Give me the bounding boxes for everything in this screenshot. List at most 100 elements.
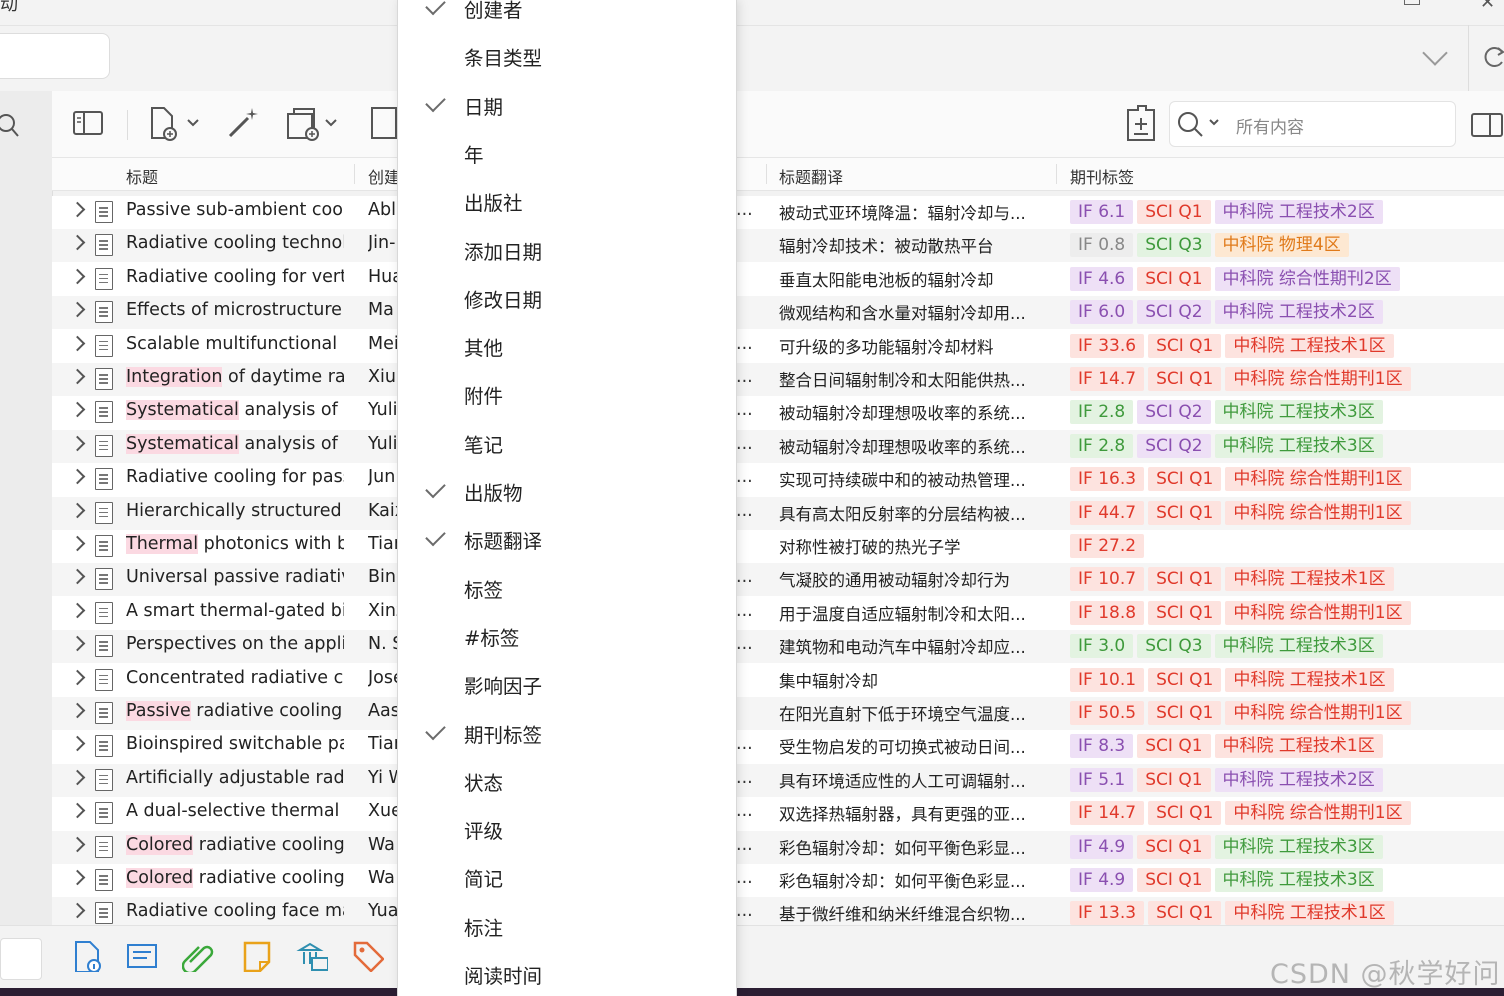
expand-chevron-icon[interactable] <box>69 669 86 685</box>
table-row[interactable]: A smart thermal-gated bila Xinz... 用于温度自适应… <box>52 597 1504 630</box>
expand-chevron-icon[interactable] <box>69 335 86 351</box>
restore-icon[interactable] <box>1404 0 1420 5</box>
new-note-icon[interactable] <box>370 106 398 140</box>
search-input[interactable]: 所有内容 <box>1236 113 1304 138</box>
table-row[interactable]: Thermal photonics with broken Tian 对称性被打破的… <box>52 530 1504 563</box>
item-title[interactable]: Colored radiative cooling: H <box>126 834 344 855</box>
item-title[interactable]: Passive radiative cooling be <box>126 701 344 721</box>
menu-item[interactable]: 标注 <box>464 912 503 941</box>
item-title[interactable]: Colored radiative cooling: H <box>126 868 344 888</box>
item-title[interactable]: A dual-selective thermal em <box>126 801 344 821</box>
expand-chevron-icon[interactable] <box>69 602 86 619</box>
table-row[interactable]: Hierarchically structured pa Kaix... 具有高太阳… <box>52 496 1504 530</box>
table-row[interactable]: Scalable multifunctional radiative Mei...… <box>52 330 1504 363</box>
menu-item[interactable]: 标题翻译 <box>464 525 542 554</box>
menu-item[interactable]: #标签 <box>464 622 519 651</box>
search-icon[interactable] <box>0 110 22 140</box>
table-row[interactable]: Passive sub-ambient cooling Abl... 被动式亚环境降… <box>52 196 1504 229</box>
table-row[interactable]: Radiative cooling for vertical Hua 垂直太阳能电池… <box>52 263 1504 296</box>
table-row[interactable]: Effects of microstructure and Ma 微观结构和含水量对… <box>52 296 1504 330</box>
column-title-translation[interactable]: 标题翻译 <box>779 164 843 188</box>
notes-icon[interactable] <box>242 940 274 972</box>
item-title[interactable]: Universal passive radiative <box>126 567 344 587</box>
table-row[interactable]: Perspectives on the application N. S... 建筑… <box>52 630 1504 664</box>
menu-item[interactable]: 添加日期 <box>464 236 542 265</box>
menu-item[interactable]: 创建者 <box>464 0 523 23</box>
table-row[interactable]: Colored radiative cooling: H Wa... 彩色辐射冷却：… <box>52 830 1504 864</box>
search-mode-icon[interactable] <box>1176 108 1226 140</box>
menu-item[interactable]: 阅读时间 <box>464 960 542 989</box>
item-title[interactable]: Passive sub-ambient cooling <box>126 200 344 220</box>
table-row[interactable]: Radiative cooling face mask Yua... 基于微纤维和纳… <box>52 897 1504 925</box>
expand-chevron-icon[interactable] <box>69 802 86 819</box>
menu-item[interactable]: 影响因子 <box>464 670 542 699</box>
menu-item[interactable]: 日期 <box>464 91 503 120</box>
expand-chevron-icon[interactable] <box>69 635 86 652</box>
table-row[interactable]: Systematical analysis of ideal Yuli... 被动辐… <box>52 396 1504 429</box>
expand-chevron-icon[interactable] <box>69 569 86 585</box>
item-title[interactable]: A smart thermal-gated bila <box>126 601 344 621</box>
table-row[interactable]: Artificially adjustable radiative Yi W...… <box>52 763 1504 797</box>
menu-item[interactable]: 期刊标签 <box>464 719 542 748</box>
expand-chevron-icon[interactable] <box>69 736 86 752</box>
item-title[interactable]: Systematical analysis of ideal <box>126 400 344 421</box>
column-title[interactable]: 标题 <box>126 164 158 188</box>
item-title[interactable]: Radiative cooling face mask <box>126 901 344 921</box>
expand-chevron-icon[interactable] <box>69 435 86 452</box>
menu-item[interactable]: 年 <box>464 139 484 168</box>
magic-wand-icon[interactable] <box>226 104 262 142</box>
table-row[interactable]: Systematical analysis of ideal Yuli... 被动辐… <box>52 429 1504 463</box>
item-title[interactable]: Radiative cooling technology <box>126 233 344 253</box>
expand-chevron-icon[interactable] <box>69 268 86 285</box>
column-divider[interactable] <box>766 164 767 184</box>
expand-chevron-icon[interactable] <box>69 836 86 852</box>
expand-chevron-icon[interactable] <box>69 702 86 719</box>
expand-chevron-icon[interactable] <box>69 301 86 318</box>
expand-chevron-icon[interactable] <box>69 235 86 251</box>
table-row[interactable]: Bioinspired switchable passive Tian... 受生物… <box>52 730 1504 763</box>
menu-item[interactable]: 状态 <box>464 767 503 796</box>
table-row[interactable]: Radiative cooling technology Jin- 辐射冷却技术：被… <box>52 229 1504 263</box>
menu-item[interactable]: 修改日期 <box>464 284 542 313</box>
expand-chevron-icon[interactable] <box>69 903 86 919</box>
locate-plugin-icon[interactable] <box>1120 102 1160 144</box>
column-creator[interactable]: 创建 <box>368 164 398 188</box>
menu-item[interactable]: 其他 <box>464 332 503 361</box>
toggle-pane-icon[interactable] <box>72 108 106 138</box>
table-row[interactable]: Colored radiative cooling: H Wa... 彩色辐射冷却：… <box>52 864 1504 897</box>
item-title[interactable]: Radiative cooling for passive <box>126 467 344 487</box>
item-title[interactable]: Perspectives on the application <box>126 634 344 654</box>
column-divider[interactable] <box>354 164 355 184</box>
table-row[interactable]: Integration of daytime radiative Xiu... 整合… <box>52 363 1504 396</box>
menu-item[interactable]: 出版社 <box>464 187 523 216</box>
tag-icon[interactable] <box>352 940 384 972</box>
abstract-icon[interactable] <box>126 940 158 972</box>
new-item-icon[interactable] <box>148 104 204 142</box>
sync-icon[interactable] <box>1484 42 1504 72</box>
menu-item[interactable]: 简记 <box>464 863 503 892</box>
table-row[interactable]: Universal passive radiative Bing... 气凝胶的通用… <box>52 563 1504 597</box>
close-icon[interactable]: ✕ <box>1480 0 1495 13</box>
menu-item[interactable]: 评级 <box>464 815 503 844</box>
expand-chevron-icon[interactable] <box>69 368 86 385</box>
table-row[interactable]: Passive radiative cooling be Aas 在阳光直射下低于环… <box>52 697 1504 730</box>
expand-chevron-icon[interactable] <box>69 769 86 786</box>
item-title[interactable]: Radiative cooling for vertical <box>126 267 344 287</box>
expand-chevron-icon[interactable] <box>69 201 86 218</box>
table-row[interactable]: Radiative cooling for passive Jun... 实现可持续… <box>52 463 1504 496</box>
menu-item[interactable]: 条目类型 <box>464 42 542 71</box>
info-icon[interactable] <box>72 940 104 972</box>
menu-item[interactable]: 标签 <box>464 574 503 603</box>
item-title[interactable]: Artificially adjustable radiative <box>126 768 344 788</box>
expand-chevron-icon[interactable] <box>69 502 86 518</box>
table-row[interactable]: A dual-selective thermal em Xue... 双选择热辐射器… <box>52 797 1504 830</box>
menu-item[interactable]: 出版物 <box>464 477 523 506</box>
item-title[interactable]: Concentrated radiative cooling <box>126 668 344 688</box>
item-title[interactable]: Bioinspired switchable passive <box>126 734 344 754</box>
item-title[interactable]: Effects of microstructure and <box>126 300 344 320</box>
expand-chevron-icon[interactable] <box>69 869 86 886</box>
add-attachment-icon[interactable] <box>284 104 344 142</box>
expand-chevron-icon[interactable] <box>69 402 86 418</box>
attachment-icon[interactable] <box>182 940 214 972</box>
item-title[interactable]: Scalable multifunctional radiative <box>126 334 344 354</box>
